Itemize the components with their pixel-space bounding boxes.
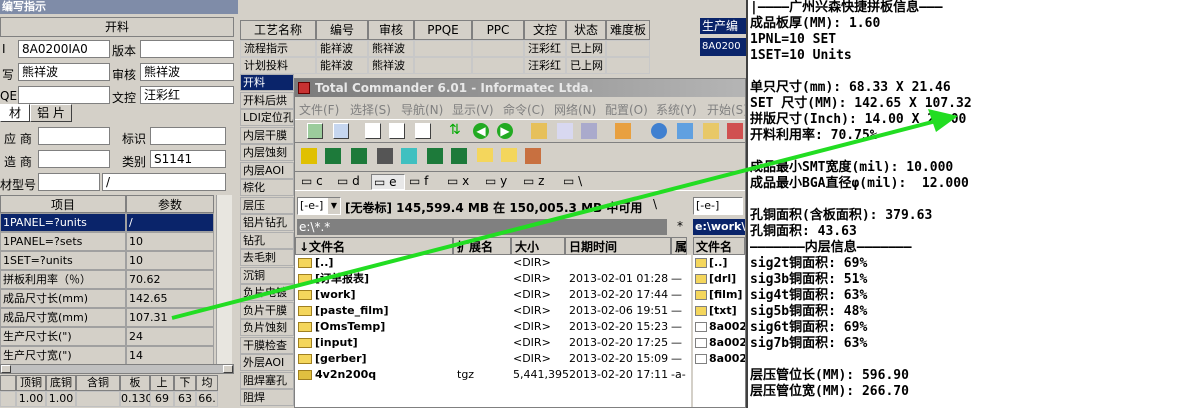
arrow-line xyxy=(171,118,941,320)
arrow-head xyxy=(928,109,958,132)
annotation-arrow xyxy=(171,109,958,320)
